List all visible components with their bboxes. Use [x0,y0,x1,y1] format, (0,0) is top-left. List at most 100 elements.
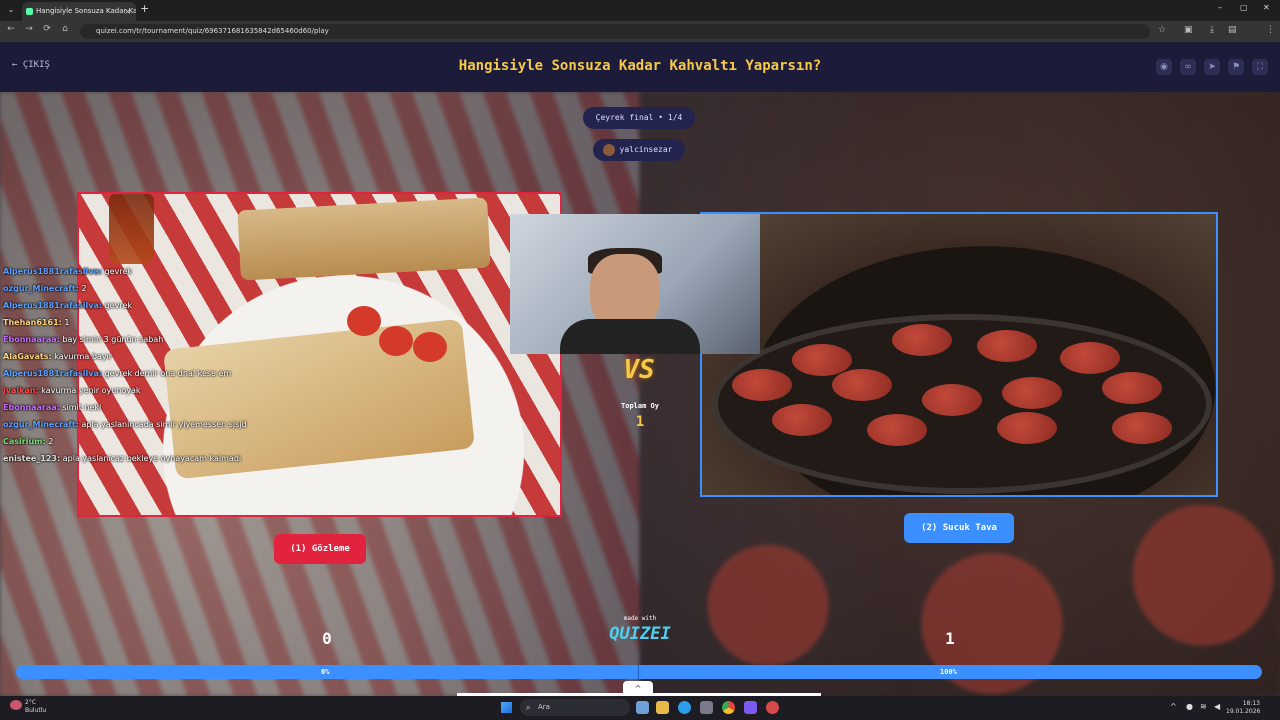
home-icon[interactable]: ⌂ [58,24,72,34]
total-votes-label: Toplam Oy [621,402,659,410]
chat-message: Ebonnaaraa: simit neki [3,399,273,416]
choose-option-1-button[interactable]: (1) Gözleme [274,534,366,564]
chat-text: simit neki [59,403,102,412]
choose-option-2-button[interactable]: (2) Sucuk Tava [904,513,1014,543]
chat-username: ozgur_Minecraft: [3,284,79,293]
browser-tab[interactable]: Hangisiyle Sonsuza Kadar Kahv × [22,2,136,21]
back-icon[interactable]: ← [4,24,18,34]
webcam-body [560,319,700,354]
sucuk-slice [792,344,852,376]
chat-message: Alperus1881rafasilva: gevrek [3,263,273,280]
edge-icon[interactable] [678,701,691,714]
chat-username: AlaGavats: [3,352,52,361]
weather-temp: 2°C [25,699,37,706]
sucuk-slice [867,414,927,446]
progress-divider [638,665,639,679]
chat-username: enistee_123: [3,454,61,463]
volume-icon[interactable]: ◀ [1214,702,1220,711]
minimize-button[interactable]: – [1218,3,1222,12]
chat-text: bay simin 3 günün sabah [59,335,164,344]
bookmark-star-icon[interactable]: ☆ [1158,25,1166,35]
chat-username: Alperus1881rafasilva: [3,369,103,378]
windows-start-icon[interactable] [501,702,512,713]
download-icon[interactable]: ⤓ [1210,25,1214,35]
forward-icon[interactable]: → [22,24,36,34]
link-icon[interactable]: ∞ [1180,59,1196,75]
fullscreen-icon[interactable]: ⛶ [1252,59,1268,75]
right-score: 1 [945,629,955,648]
store-icon[interactable] [700,701,713,714]
reload-icon[interactable]: ⟳ [40,24,54,34]
clock-date: 19.01.2026 [1226,708,1261,715]
chat-text: apla yaslanincada simir yiyemessen sjsjd [78,420,247,429]
sucuk-slice [1112,412,1172,444]
chat-username: Alperus1881rafasilva: [3,301,103,310]
quizei-logo[interactable]: QUIZEI [598,624,682,644]
left-percent: 0% [321,668,330,676]
chat-message: Alperus1881rafasilva: gevrek [3,297,273,314]
quiz-title: Hangisiyle Sonsuza Kadar Kahvaltı Yapars… [458,58,822,74]
close-window-button[interactable]: ✕ [1263,3,1270,12]
sucuk-slice [922,384,982,416]
sucuk-slice [1002,377,1062,409]
sucuk-slice [977,330,1037,362]
obs-icon[interactable] [766,701,779,714]
browser-tab-bar: ⌄ Hangisiyle Sonsuza Kadar Kahv × + – ▢ … [0,0,1280,21]
extensions-icon[interactable]: ▣ [1184,25,1193,35]
share-icon[interactable]: ➤ [1204,59,1220,75]
creator-badge[interactable]: yalcinsezar [593,139,685,161]
flag-icon[interactable]: ⚑ [1228,59,1244,75]
taskbar-search[interactable]: ⌕ Ara [520,699,630,716]
chat-text: gevrek demir ona dnal kese em [102,369,232,378]
file-explorer-icon[interactable] [656,701,669,714]
chat-message: enistee_123: apla yaslanicaz bekleye oyn… [3,450,273,467]
made-with-label: made with [623,615,657,622]
browser-menu-icon[interactable]: ⋮ [1266,25,1275,35]
option-image-sucuk-tava[interactable] [700,212,1218,497]
tray-chevron-icon[interactable]: ^ [1170,702,1177,711]
eye-icon[interactable]: ◉ [1156,59,1172,75]
chrome-icon[interactable] [722,701,735,714]
chat-username: Thehan6161: [3,318,62,327]
chat-message: Ebonnaaraa: bay simin 3 günün sabah [3,331,273,348]
wifi-icon[interactable]: ≋ [1200,702,1207,711]
chat-message: ozgur_Minecraft: 2 [3,280,273,297]
total-votes-value: 1 [635,414,645,430]
taskbar-clock[interactable]: 18:13 19.01.2026 [1226,700,1260,716]
search-placeholder: Ara [538,703,550,711]
chat-text: kavurma yenir oyunoyak [38,386,141,395]
task-view-icon[interactable] [636,701,649,714]
clock-time: 18:13 [1242,700,1260,707]
tab-menu-icon[interactable]: ⌄ [4,3,18,17]
tab-close-icon[interactable]: × [124,2,131,21]
quiz-page: ← ÇIKIŞ Hangisiyle Sonsuza Kadar Kahvalt… [0,42,1280,696]
sucuk-slice [772,404,832,436]
tea-glass [109,194,154,264]
chat-text: kavurma bayır [51,352,113,361]
sidebar-icon[interactable]: ▤ [1228,25,1237,35]
mic-icon[interactable]: ● [1186,702,1193,711]
sucuk-slice [1102,372,1162,404]
left-score: 0 [322,629,332,648]
url-field[interactable]: quizei.com/tr/tournament/quiz/6963716816… [80,24,1150,39]
app-icon[interactable] [744,701,757,714]
tomato-slice [379,326,413,356]
windows-taskbar: 2°C Bulutlu ⌕ Ara ^ ● ≋ ◀ 18:13 19.01.20… [0,696,1280,720]
chat-username: Casirium: [3,437,46,446]
chat-text: gevrek [102,267,132,276]
round-badge: Çeyrek final • 1/4 [583,107,695,129]
tab-title: Hangisiyle Sonsuza Kadar Kahv [36,7,136,15]
sucuk-slice [892,324,952,356]
new-tab-button[interactable]: + [140,2,149,15]
chat-message: Casirium: 2 [3,433,273,450]
flatbread-stack [237,197,491,281]
chat-text: apla yaslanicaz bekleye oynayacam kalmad… [60,454,242,463]
weather-desc: Bulutlu [25,707,47,714]
chat-text: 2 [78,284,87,293]
sucuk-slice [997,412,1057,444]
chat-message: jvalkan: kavurma yenir oyunoyak [3,382,273,399]
tomato-slice [413,332,447,362]
maximize-button[interactable]: ▢ [1240,3,1248,12]
weather-widget[interactable]: 2°C Bulutlu [10,699,46,715]
right-percent: 100% [940,668,957,676]
